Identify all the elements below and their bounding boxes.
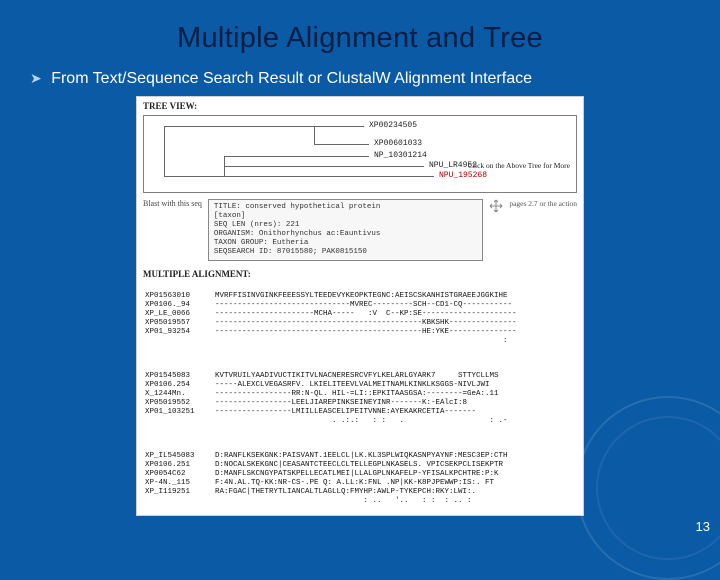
accession: XP01_103251 <box>145 408 215 417</box>
bullet-icon: ➤ <box>30 70 42 86</box>
accession: XP01563010 <box>145 292 215 301</box>
tree-leaf: NP_10301214 <box>374 151 427 160</box>
bullet-text: From Text/Sequence Search Result or Clus… <box>51 70 532 87</box>
accession: XP_LE_0066 <box>145 310 215 319</box>
slide-bullet: ➤ From Text/Sequence Search Result or Cl… <box>30 70 532 88</box>
tree-leaf: XP00601033 <box>374 139 422 148</box>
seq-line: -----ALEXCLVEGASRFV. LKIELITEEVLVALMEITN… <box>215 381 490 389</box>
tree-leaf-highlight: NPU_195268 <box>439 171 487 180</box>
seq-line: MVRFFISINVGINKFEEESSYLTEEDEVYKEOPKTEGNC:… <box>215 292 508 300</box>
multiple-alignment-heading: MULTIPLE ALIGNMENT: <box>137 265 583 281</box>
seq-line: ----------------------------------------… <box>215 319 517 327</box>
alignment-block-1: XP01563010MVRFFISINVGINKFEEESSYLTEEDEVYK… <box>137 281 583 355</box>
consensus-marks: : <box>215 337 508 345</box>
accession: XP-4N._115 <box>145 479 215 488</box>
accession: XP0106.251 <box>145 461 215 470</box>
accession: XP_I119251 <box>145 488 215 497</box>
consensus-marks: : .. '.. : : : .. : <box>215 497 494 505</box>
seq-line: F:4N.AL.TQ-KK:NR-CS-.PE Q: A.LL:K:FNL .N… <box>215 479 494 487</box>
tree-hint-text: Click on the Above Tree for More <box>468 161 570 170</box>
meta-line: ORGANISM: Onithorhynchus ac:Eauntivus <box>214 230 477 239</box>
metadata-box: TITLE: conserved hypothetical protein [t… <box>208 199 483 261</box>
page-number: 13 <box>696 519 710 534</box>
meta-line: TITLE: conserved hypothetical protein <box>214 203 477 212</box>
meta-line: [taxon] <box>214 212 477 221</box>
alignment-block-3: XP_IL545083D:RANFLKSEKGNK:PAISVANT.1EELC… <box>137 441 583 515</box>
accession: X_1244Mn. <box>145 390 215 399</box>
slide-title: Multiple Alignment and Tree <box>0 22 720 55</box>
seq-line: -----------------LEELJIAREPINKSEINEYINR-… <box>215 399 467 407</box>
accession: XP0106._94 <box>145 301 215 310</box>
accession: XP05019552 <box>145 399 215 408</box>
decorative-swirl <box>576 396 720 580</box>
alignment-block-2: XP01545083KVTVRUILYAADIVUCTIKITVLNACNERE… <box>137 361 583 435</box>
seq-line: -----------------LMIILLEASCELIPEITVNNE:A… <box>215 408 476 416</box>
accession: XP05019557 <box>145 319 215 328</box>
blast-link[interactable]: Blast with this seq <box>143 199 202 208</box>
accession: XP01545083 <box>145 372 215 381</box>
accession: XP01_93254 <box>145 328 215 337</box>
accession: XP0106.254 <box>145 381 215 390</box>
seq-line: KVTVRUILYAADIVUCTIKITVLNACNERESRCVFYLKEL… <box>215 372 499 380</box>
seq-line: -----------------RR:N-QL. HIL-=LI::EPKIT… <box>215 390 499 398</box>
seq-line: ------------------------------MVREC-----… <box>215 301 512 309</box>
accession: XP_IL545083 <box>145 452 215 461</box>
embedded-screenshot: TREE VIEW: XP00234505 XP00601033 NP_1030… <box>136 96 584 516</box>
tree-diagram[interactable]: XP00234505 XP00601033 NP_10301214 NPU_LR… <box>143 115 577 193</box>
consensus-marks: . .:.: : : . : .- <box>215 417 508 425</box>
seq-line: ----------------------------------------… <box>215 328 517 336</box>
tree-view-heading: TREE VIEW: <box>137 97 583 113</box>
seq-line: D:NOCALSKEKGNC|CEASANTCTEECLCLTELLEGPLNK… <box>215 461 503 469</box>
seq-line: D:RANFLKSEKGNK:PAISVANT.1EELCL|LK.KL3SPL… <box>215 452 508 460</box>
move-icon[interactable] <box>489 199 503 213</box>
seq-line: D:MANFLSKCNGYPATSKPELLECATLMEI|LLALGPLNK… <box>215 470 499 478</box>
tree-leaf: XP00234505 <box>369 121 417 130</box>
zoom-hint: pages 2.7 or the action <box>509 199 577 208</box>
meta-line: SEQ LEN (nres): 221 <box>214 221 477 230</box>
meta-line: SEQSEARCH ID: 87015580; PAK0815150 <box>214 248 477 257</box>
meta-line: TAXON GROUP: Eutheria <box>214 239 477 248</box>
seq-line: ----------------------MCHA----- :V C--KP… <box>215 310 517 318</box>
seq-line: RA:FGAC|THETRYTLIANCALTLAGLLQ:FMYHP:AWLP… <box>215 488 476 496</box>
accession: XP0054C62 <box>145 470 215 479</box>
